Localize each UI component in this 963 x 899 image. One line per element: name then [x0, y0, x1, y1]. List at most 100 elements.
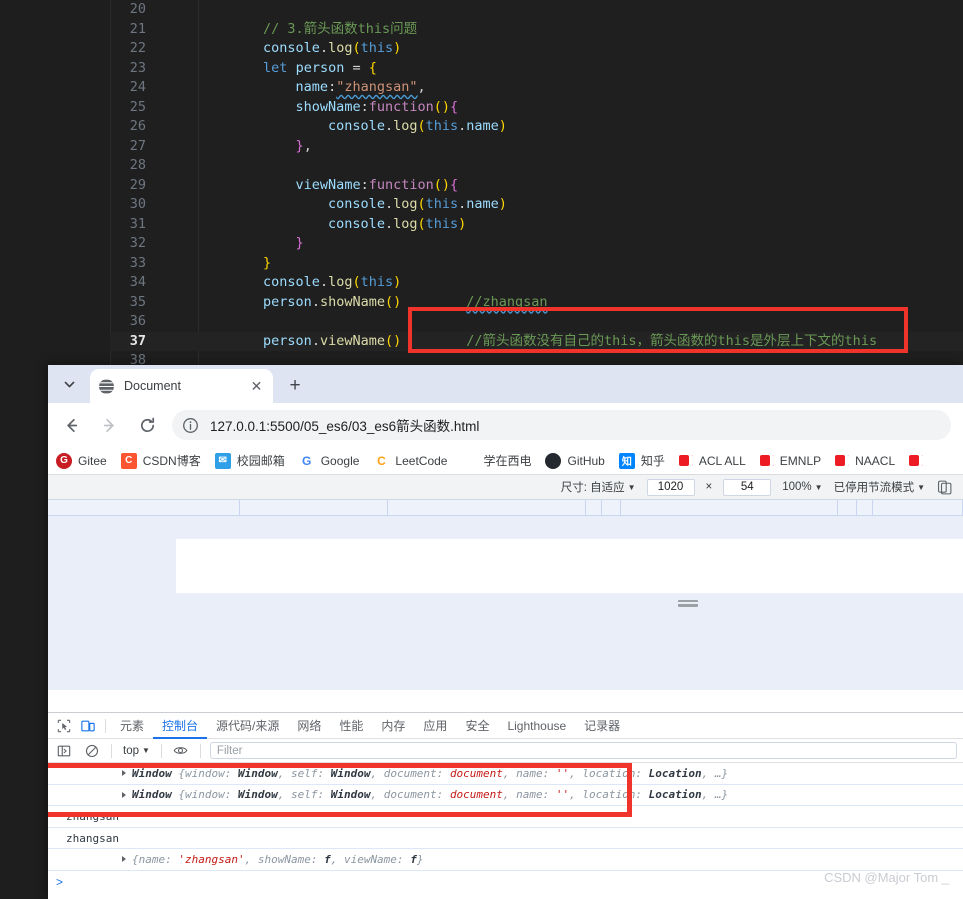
device-size-select[interactable]: 尺寸: 自适应 ▼ — [561, 479, 636, 495]
console-output[interactable]: Window {window: Window, self: Window, do… — [48, 763, 963, 871]
browser-toolbar[interactable]: 127.0.0.1:5500/05_es6/03_es6箭头函数.html — [48, 403, 963, 447]
emnlp-icon — [759, 455, 774, 466]
clear-console-icon[interactable] — [80, 740, 104, 762]
code-line-31[interactable]: 31 console.log(this) — [110, 215, 963, 235]
code-line-28[interactable]: 28 — [110, 156, 963, 176]
tab-strip[interactable]: Document ✕ + — [48, 365, 963, 403]
rotate-icon[interactable] — [936, 479, 953, 496]
bookmark-emnlp[interactable]: EMNLP — [759, 453, 822, 468]
device-zoom-select[interactable]: 100% ▼ — [782, 481, 822, 493]
bookmark-label: EMNLP — [779, 453, 822, 468]
info-circle-icon[interactable] — [182, 417, 199, 434]
new-tab-button[interactable]: + — [281, 371, 309, 399]
expand-triangle-icon[interactable] — [122, 856, 126, 863]
bookmark-校园邮箱[interactable]: ✉ 校园邮箱 — [214, 452, 285, 469]
code-line-26[interactable]: 26 console.log(this.name) — [110, 117, 963, 137]
devtools-tab-内存[interactable]: 内存 — [372, 713, 414, 739]
code-line-37[interactable]: 37 person.viewName() //箭头函数没有自己的this，箭头函… — [110, 331, 963, 351]
line-number: 31 — [129, 215, 146, 232]
devtools-tab-bar[interactable]: 元素 控制台 源代码/来源 网络 性能 内存 应用 安全 Lighthouse 记录器 — [48, 713, 963, 739]
bookmark-gitee[interactable]: G Gitee — [56, 452, 107, 469]
code-line-22[interactable]: 22 console.log(this) — [110, 39, 963, 59]
code-line-35[interactable]: 35 person.showName() //zhangsan — [110, 293, 963, 313]
naacl-icon — [835, 455, 850, 466]
google-icon: G — [302, 453, 312, 468]
console-log-object[interactable]: Window {window: Window, self: Window, do… — [48, 763, 963, 785]
code-line-23[interactable]: 23 let person = { — [110, 59, 963, 79]
bookmark-acl-all[interactable]: ACL ALL — [678, 454, 746, 468]
code-line-32[interactable]: 32 } — [110, 234, 963, 254]
devtools-tab-源代码/来源[interactable]: 源代码/来源 — [207, 713, 288, 739]
device-width-input[interactable]: 1020 — [646, 478, 695, 496]
bookmark-csdn博客[interactable]: C CSDN博客 — [120, 452, 201, 469]
console-log-object[interactable]: Window {window: Window, self: Window, do… — [48, 785, 963, 806]
console-log-object[interactable]: {name: 'zhangsan', showName: f, viewName… — [48, 849, 963, 871]
code-line-20[interactable]: 20 — [110, 0, 963, 20]
code-text: }, — [295, 137, 312, 154]
bookmark-label: Gitee — [78, 453, 107, 468]
execution-context-select[interactable]: top ▼ — [119, 745, 154, 757]
code-text: person.viewName() //箭头函数没有自己的this，箭头函数的t… — [263, 332, 878, 349]
live-expression-icon[interactable] — [169, 740, 193, 762]
bookmark-学在西电[interactable]: 学在西电 — [461, 452, 531, 469]
bookmark-cutoff[interactable] — [909, 455, 929, 466]
bookmark-知乎[interactable]: 知知乎 — [618, 452, 665, 469]
line-number: 30 — [129, 196, 146, 212]
divider — [105, 718, 106, 733]
browser-tab-document[interactable]: Document ✕ — [90, 369, 273, 403]
line-number: 35 — [129, 293, 146, 310]
code-text: } — [295, 235, 304, 251]
rendered-page-frame[interactable] — [176, 539, 963, 593]
code-line-36[interactable]: 36 — [110, 312, 963, 332]
devtools-tab-记录器[interactable]: 记录器 — [575, 713, 629, 739]
viewport-resize-handle[interactable] — [678, 600, 698, 607]
bookmarks-bar[interactable]: G Gitee C CSDN博客 ✉ 校园邮箱 G Google C LeetCode 学在西电 Gi… — [48, 447, 963, 475]
address-bar[interactable]: 127.0.0.1:5500/05_es6/03_es6箭头函数.html — [172, 410, 951, 440]
code-line-25[interactable]: 25 showName:function(){ — [110, 98, 963, 118]
devtools-tab-Lighthouse[interactable]: Lighthouse — [498, 713, 575, 739]
device-emulation-toolbar[interactable]: 尺寸: 自适应 ▼ 1020 × 54 100% ▼ 已停用节流模式 ▼ — [48, 475, 963, 500]
reload-button[interactable] — [130, 408, 164, 442]
devtools-tab-性能[interactable]: 性能 — [330, 713, 372, 739]
code-line-27[interactable]: 27 }, — [110, 137, 963, 157]
code-text: let person = { — [263, 59, 377, 76]
code-line-33[interactable]: 33 } — [110, 254, 963, 274]
bookmark-google[interactable]: G Google — [299, 453, 359, 469]
page-viewport-area[interactable] — [48, 500, 963, 690]
code-line-30[interactable]: 30 console.log(this.name) — [110, 195, 963, 215]
inspect-cursor-icon[interactable] — [52, 715, 76, 737]
device-height-input[interactable]: 54 — [723, 478, 772, 496]
code-line-24[interactable]: 24 name:"zhangsan", — [110, 78, 963, 98]
console-filter-input[interactable]: Filter — [209, 742, 957, 759]
devtools-tab-元素[interactable]: 元素 — [111, 713, 153, 739]
arrow-left-icon — [66, 418, 77, 432]
device-toolbar-icon[interactable] — [76, 715, 100, 737]
expand-triangle-icon[interactable] — [122, 791, 126, 798]
code-line-29[interactable]: 29 viewName:function(){ — [110, 176, 963, 196]
devtools-tab-网络[interactable]: 网络 — [288, 713, 330, 739]
console-toolbar[interactable]: top ▼ Filter — [48, 739, 963, 763]
close-icon[interactable]: ✕ — [248, 378, 265, 395]
devtools-tab-控制台[interactable]: 控制台 — [153, 713, 207, 739]
bookmark-leetcode[interactable]: C LeetCode — [373, 453, 447, 469]
console-object-preview: Window {window: Window, self: Window, do… — [132, 788, 729, 802]
back-button[interactable] — [54, 408, 88, 442]
code-lines[interactable]: 20 21 // 3.箭头函数this问题 22 console.log(this)… — [110, 0, 963, 390]
throttling-select[interactable]: 已停用节流模式 ▼ — [834, 479, 925, 495]
code-line-21[interactable]: 21 // 3.箭头函数this问题 — [110, 20, 963, 40]
console-sidebar-icon[interactable] — [52, 740, 76, 762]
forward-button[interactable] — [92, 408, 126, 442]
chrome-browser-window[interactable]: Document ✕ + 127.0.0.1:5500/05_es6/03_es… — [48, 365, 963, 899]
tab-search-button[interactable] — [50, 369, 88, 399]
code-text: console.log(this.name) — [328, 118, 507, 134]
bookmark-github[interactable]: GitHub — [545, 452, 605, 469]
code-line-34[interactable]: 34 console.log(this) — [110, 273, 963, 293]
line-number: 26 — [129, 118, 146, 134]
bookmark-naacl[interactable]: NAACL — [835, 454, 895, 468]
devtools-tab-安全[interactable]: 安全 — [456, 713, 498, 739]
code-text: name:"zhangsan", — [295, 79, 426, 95]
devtools-tab-应用[interactable]: 应用 — [414, 713, 456, 739]
arrow-right-icon — [103, 418, 114, 432]
expand-triangle-icon[interactable] — [122, 770, 126, 777]
device-size-label: 尺寸: 自适应 — [560, 482, 625, 494]
